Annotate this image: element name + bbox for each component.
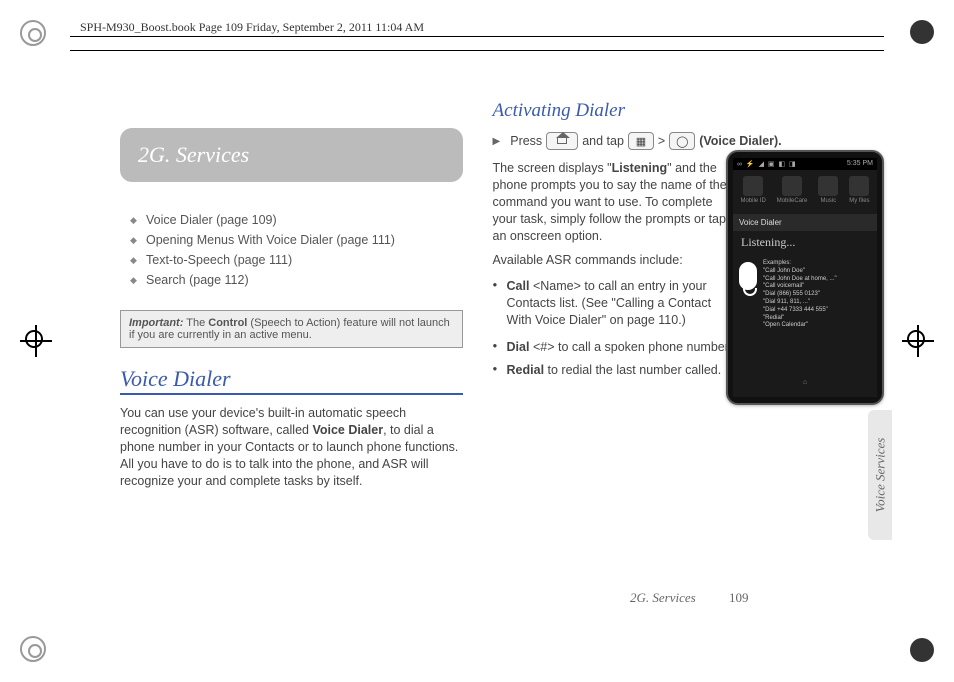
page-header-meta: SPH-M930_Boost.book Page 109 Friday, Sep… (80, 20, 424, 35)
body-paragraph: The screen displays "Listening" and the … (493, 160, 728, 244)
crop-mark-icon (20, 636, 46, 662)
asr-command-list: Call <Name> to call an entry in your Con… (493, 275, 728, 332)
toc-item: Search (page 112) (120, 270, 463, 290)
column-right: Activating Dialer ▶ Press and tap ▦ > ◯ … (493, 100, 884, 602)
phone-screenshot: ∞ ⚡ ◢ ▣ ◧ ◨ 5:35 PM Mobile ID MobileCare… (726, 150, 884, 405)
footer-chapter: 2G. Services (630, 590, 696, 605)
home-icon: ⌂ (798, 379, 812, 393)
step-gt: > (658, 134, 665, 148)
phone-screen: ∞ ⚡ ◢ ▣ ◧ ◨ 5:35 PM Mobile ID MobileCare… (733, 158, 877, 397)
wrapped-text-block: The screen displays "Listening" and the … (493, 160, 728, 332)
phone-examples-box: Examples: "Call John Doe" "Call John Doe… (733, 260, 877, 330)
phone-nav-bar: ⌂ (733, 379, 877, 393)
column-left: 2G. Services Voice Dialer (page 109) Ope… (120, 100, 463, 602)
register-mark-icon (20, 325, 52, 357)
status-time: 5:35 PM (847, 160, 873, 168)
phone-app-row: Mobile ID MobileCare Music My files (733, 170, 877, 214)
microphone-icon (739, 262, 757, 290)
chapter-title-banner: 2G. Services (120, 128, 463, 182)
step-bullet-icon: ▶ (493, 136, 501, 147)
phone-listening-label: Listening... (733, 231, 877, 260)
page-body: 2G. Services Voice Dialer (page 109) Ope… (120, 100, 884, 602)
page-footer: 2G. Services 109 (630, 590, 748, 606)
section-toc: Voice Dialer (page 109) Opening Menus Wi… (120, 210, 463, 290)
example-line: "Dial +44 7333 444 555" (763, 307, 837, 315)
section-heading-activating-dialer: Activating Dialer (493, 100, 884, 122)
section-heading-voice-dialer: Voice Dialer (120, 366, 463, 395)
important-note-box: Important: The Control (Speech to Action… (120, 310, 463, 348)
toc-item: Voice Dialer (page 109) (120, 210, 463, 230)
header-rule (70, 36, 884, 37)
toc-item: Text-to-Speech (page 111) (120, 250, 463, 270)
example-line: "Open Calendar" (763, 322, 837, 330)
app-icon: My files (849, 176, 869, 204)
examples-label: Examples: (763, 260, 837, 268)
phone-examples-text: Examples: "Call John Doe" "Call John Doe… (763, 260, 837, 330)
section-body: You can use your device's built-in autom… (120, 405, 463, 489)
status-icons: ∞ ⚡ ◢ ▣ ◧ ◨ (737, 160, 797, 168)
thumb-tab-label: Voice Services (872, 438, 888, 513)
example-line: "Redial" (763, 315, 837, 323)
instruction-step: ▶ Press and tap ▦ > ◯ (Voice Dialer). (493, 132, 884, 150)
thumb-tab: Voice Services (868, 410, 892, 540)
step-text: and tap (582, 134, 624, 148)
body-paragraph: Available ASR commands include: (493, 252, 728, 269)
home-key-icon (546, 132, 578, 150)
example-line: "Call John Doe" (763, 268, 837, 276)
phone-titlebar: Voice Dialer (733, 214, 877, 231)
example-line: "Dial (866) 555 0123" (763, 291, 837, 299)
app-icon: Mobile ID (740, 176, 765, 204)
phone-status-bar: ∞ ⚡ ◢ ▣ ◧ ◨ 5:35 PM (733, 158, 877, 170)
toc-item: Opening Menus With Voice Dialer (page 11… (120, 230, 463, 250)
app-icon: Music (818, 176, 838, 204)
app-grid-icon: ▦ (628, 132, 654, 150)
register-mark-icon (902, 325, 934, 357)
important-label: Important: (129, 317, 183, 329)
crop-mark-icon (910, 20, 934, 44)
app-icon: MobileCare (777, 176, 808, 204)
example-line: "Dial 911, 811, ..." (763, 299, 837, 307)
list-item: Call <Name> to call an entry in your Con… (493, 275, 728, 332)
header-rule (70, 50, 884, 51)
crop-mark-icon (20, 20, 46, 46)
voice-dialer-app-icon: ◯ (669, 132, 695, 150)
step-label: (Voice Dialer). (699, 134, 781, 148)
example-line: "Call voicemail" (763, 283, 837, 291)
example-line: "Call John Doe at home, ..." (763, 276, 837, 284)
step-text: Press (510, 134, 542, 148)
crop-mark-icon (910, 638, 934, 662)
footer-page-number: 109 (729, 590, 749, 605)
